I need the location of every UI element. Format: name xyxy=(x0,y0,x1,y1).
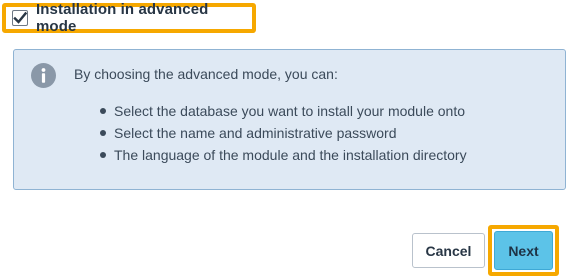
advanced-mode-label[interactable]: Installation in advanced mode xyxy=(36,1,252,35)
list-item: The language of the module and the insta… xyxy=(100,144,467,166)
list-item-text: Select the database you want to install … xyxy=(114,103,465,119)
bullet-icon xyxy=(100,108,106,114)
next-button[interactable]: Next xyxy=(494,231,553,270)
cancel-button[interactable]: Cancel xyxy=(412,233,485,268)
checkmark-icon xyxy=(13,11,27,24)
bullet-icon xyxy=(100,130,106,136)
list-item: Select the database you want to install … xyxy=(100,100,467,122)
info-list: Select the database you want to install … xyxy=(100,100,467,166)
list-item: Select the name and administrative passw… xyxy=(100,122,467,144)
info-panel: By choosing the advanced mode, you can: … xyxy=(13,49,566,190)
advanced-mode-checkbox[interactable] xyxy=(12,10,28,26)
advanced-mode-checkbox-row[interactable]: Installation in advanced mode xyxy=(2,1,256,35)
bullet-icon xyxy=(100,152,106,158)
info-intro-text: By choosing the advanced mode, you can: xyxy=(74,66,338,82)
list-item-text: The language of the module and the insta… xyxy=(114,147,467,163)
list-item-text: Select the name and administrative passw… xyxy=(114,125,397,141)
info-icon xyxy=(31,63,56,88)
